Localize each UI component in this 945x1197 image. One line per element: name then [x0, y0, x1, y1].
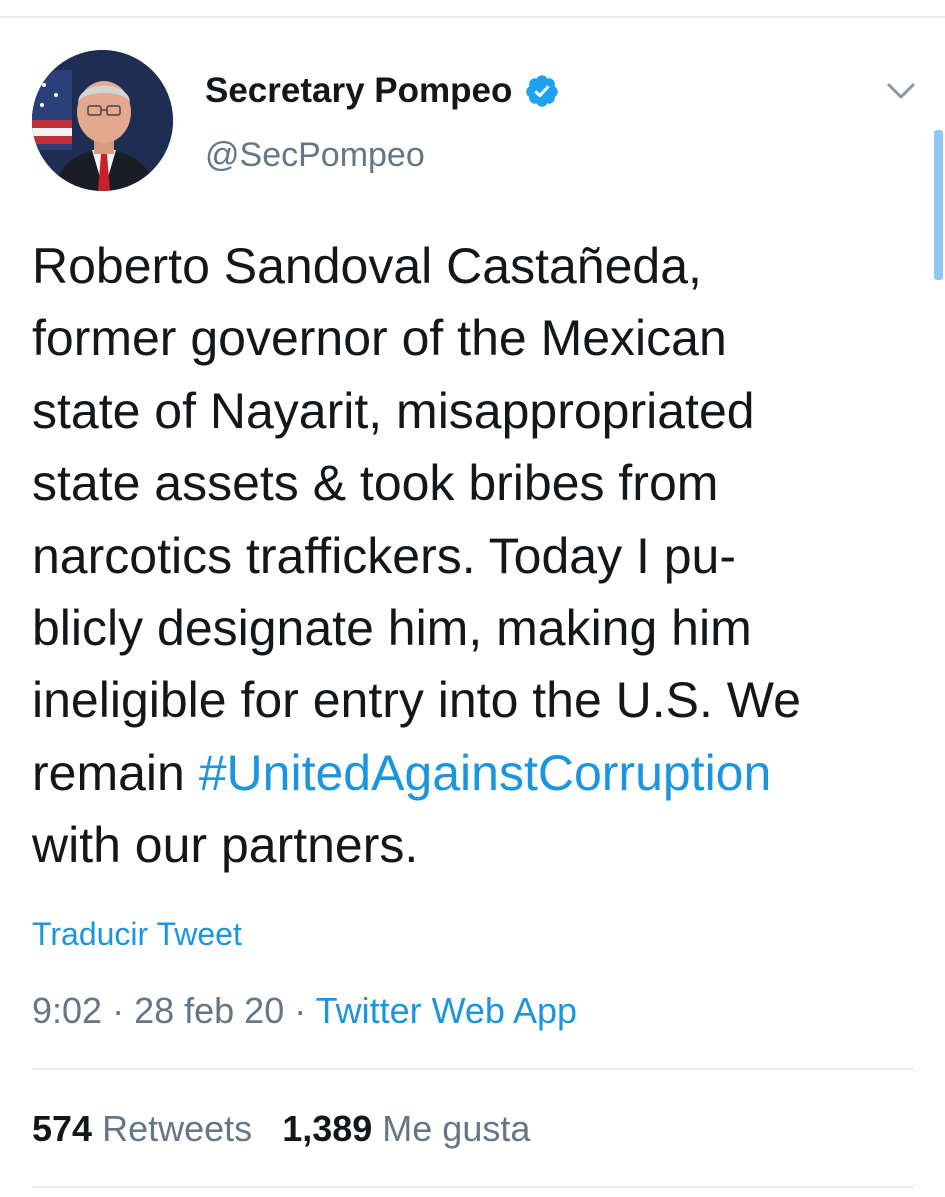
meta-separator: ·: [102, 990, 135, 1031]
tweet-line: ineligible for entry into the U.S. We: [32, 672, 801, 729]
tweet-meta: 9:02 · 28 feb 20 · Twitter Web App: [32, 990, 577, 1032]
tweet-line: state of Nayarit, misappropriated: [32, 382, 755, 439]
tweet-line-prefix: remain: [32, 744, 199, 801]
tweet-time: 9:02: [32, 990, 103, 1031]
top-divider: [0, 16, 945, 18]
meta-separator: ·: [284, 990, 316, 1031]
tweet-line: state assets & took bribes from: [32, 455, 719, 512]
avatar[interactable]: [32, 50, 173, 191]
tweet-text: Roberto Sandoval Castañeda, former gover…: [32, 230, 922, 882]
divider: [32, 1068, 914, 1070]
tweet-stats: 574 Retweets 1,389 Me gusta: [32, 1108, 530, 1150]
author-name-row[interactable]: Secretary Pompeo: [205, 70, 560, 112]
tweet-source-link[interactable]: Twitter Web App: [316, 990, 577, 1031]
translate-tweet-link[interactable]: Traducir Tweet: [32, 916, 242, 953]
tweet-line: narcotics traffickers. Today I pu-: [32, 527, 737, 584]
retweets-label: Retweets: [102, 1108, 253, 1149]
tweet-line: with our partners.: [32, 817, 419, 874]
tweet-date: 28 feb 20: [134, 990, 285, 1031]
avatar-photo: [32, 50, 173, 191]
tweet-line: former governor of the Mexican: [32, 310, 727, 367]
verified-badge-icon: [524, 73, 560, 109]
chevron-down-icon[interactable]: [886, 80, 916, 102]
author-handle[interactable]: @SecPompeo: [205, 136, 425, 175]
author-display-name[interactable]: Secretary Pompeo: [205, 71, 512, 111]
tweet-line: Roberto Sandoval Castañeda,: [32, 238, 702, 294]
hashtag-link[interactable]: #UnitedAgainstCorruption: [199, 745, 772, 801]
scrollbar[interactable]: [934, 130, 943, 280]
likes-count: 1,389: [282, 1108, 373, 1149]
divider: [32, 1186, 914, 1188]
likes-label: Me gusta: [382, 1108, 531, 1149]
likes-stat[interactable]: 1,389 Me gusta: [282, 1108, 530, 1149]
tweet-line: blicly designate him, making him: [32, 600, 752, 657]
retweets-stat[interactable]: 574 Retweets: [32, 1108, 252, 1149]
tweet-line-with-hashtag: remain #UnitedAgainstCorruption: [32, 737, 922, 809]
retweets-count: 574: [32, 1108, 93, 1149]
